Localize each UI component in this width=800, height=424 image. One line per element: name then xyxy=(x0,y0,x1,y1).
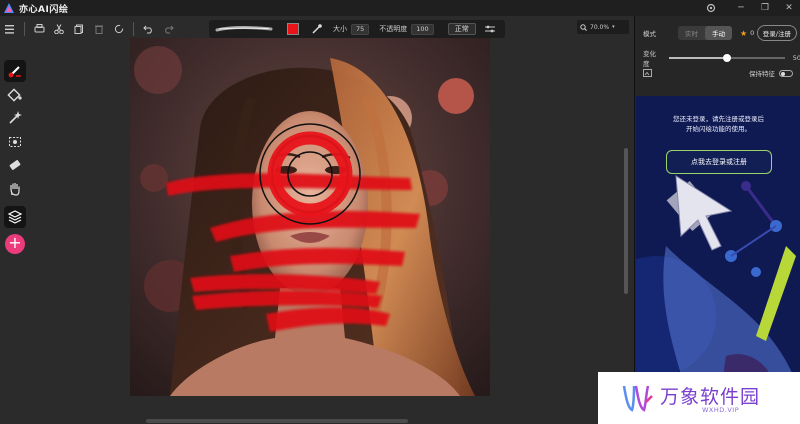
print-button[interactable] xyxy=(31,21,47,37)
canvas-vertical-scrollbar[interactable] xyxy=(624,148,628,294)
tool-brush[interactable] xyxy=(4,60,26,82)
watermark-brand: 万象软件园 xyxy=(660,386,761,408)
mode-manual-option[interactable]: 手动 xyxy=(705,26,732,40)
eyedropper-icon[interactable] xyxy=(311,23,323,35)
plus-icon: + xyxy=(8,232,22,252)
tool-fill[interactable] xyxy=(4,84,26,106)
image-upload-icon[interactable] xyxy=(643,69,652,77)
keep-features-row: 保持特征 xyxy=(635,68,800,78)
brush-color-swatch[interactable] xyxy=(287,23,299,35)
mode-row: 模式 实时 手动 ★ 0 登录/注册 xyxy=(635,25,800,41)
credits-star-icon: ★ xyxy=(740,28,748,38)
generation-panel: 模式 实时 手动 ★ 0 登录/注册 变化度 50 保持特征 您还未登录，请先注… xyxy=(634,16,800,424)
paintbrush-icon xyxy=(8,66,21,78)
zoom-control[interactable]: 70.0% ▾ xyxy=(577,20,629,34)
tool-magic-select[interactable] xyxy=(4,107,26,129)
copy-icon xyxy=(74,24,83,34)
redo-icon xyxy=(164,25,174,34)
hamburger-icon xyxy=(5,24,14,34)
layers-icon xyxy=(7,209,23,224)
brush-stroke-preview-icon[interactable] xyxy=(215,23,273,35)
promo-login-button[interactable]: 点我去登录或注册 xyxy=(666,150,772,174)
tool-image-select[interactable] xyxy=(4,131,26,153)
strength-label: 变化度 xyxy=(643,50,656,68)
tool-eraser[interactable] xyxy=(4,154,26,176)
chevron-down-icon: ▾ xyxy=(612,24,615,30)
canvas-horizontal-scrollbar[interactable] xyxy=(146,419,408,423)
strength-slider[interactable] xyxy=(668,54,785,62)
size-label: 大小 xyxy=(333,25,347,33)
title-bar: 亦心AI闪绘 ─ ❐ ✕ xyxy=(0,0,800,16)
hand-icon xyxy=(10,182,20,196)
canvas-artwork[interactable] xyxy=(130,38,490,396)
delete-button[interactable] xyxy=(91,21,107,37)
tool-strip: + xyxy=(4,60,26,254)
cut-button[interactable] xyxy=(51,21,67,37)
settings-gear-icon[interactable] xyxy=(704,1,718,15)
brush-settings-bar: 大小 75 不透明度 100 正常 xyxy=(209,20,505,38)
printer-icon xyxy=(34,24,44,33)
app-title: 亦心AI闪绘 xyxy=(19,4,69,15)
toolbar-divider xyxy=(133,22,134,36)
opacity-input[interactable]: 100 xyxy=(411,23,434,35)
redo-button[interactable] xyxy=(160,21,176,37)
watermark-logo-icon xyxy=(622,385,653,412)
image-select-icon xyxy=(9,136,21,147)
eraser-icon xyxy=(9,160,21,170)
tool-pan[interactable] xyxy=(4,178,26,200)
add-layer-button[interactable]: + xyxy=(5,232,25,254)
window-controls: ─ ❐ ✕ xyxy=(736,0,794,16)
keep-features-label: 保持特征 xyxy=(749,70,775,78)
strength-slider-thumb[interactable] xyxy=(722,54,731,62)
tool-layers[interactable] xyxy=(4,205,26,228)
refresh-button[interactable] xyxy=(111,21,127,37)
app-logo-icon xyxy=(4,3,14,13)
paint-bucket-icon xyxy=(7,87,22,102)
credits-count: 0 xyxy=(750,29,755,37)
mode-realtime-option[interactable]: 实时 xyxy=(678,26,705,40)
keep-features-switch[interactable] xyxy=(779,69,793,77)
blend-mode-select[interactable]: 正常 xyxy=(447,23,476,35)
undo-icon xyxy=(142,25,152,34)
restore-icon[interactable]: ❐ xyxy=(760,3,770,13)
toolbar-divider xyxy=(24,22,25,36)
mode-label: 模式 xyxy=(643,30,656,38)
strength-slider-fill xyxy=(668,57,727,59)
watermark: 万象软件园 WXHD.VIP xyxy=(598,372,800,424)
undo-button[interactable] xyxy=(140,21,156,37)
menu-button[interactable] xyxy=(2,21,18,37)
strength-value: 50 xyxy=(792,54,800,62)
mode-toggle[interactable]: 实时 手动 xyxy=(678,26,732,40)
refresh-icon xyxy=(114,24,124,34)
magic-wand-icon xyxy=(9,111,22,124)
login-register-button[interactable]: 登录/注册 xyxy=(756,25,797,41)
promo-message: 您还未登录，请先注册或登录后 开始闪绘功能的使用。 xyxy=(636,114,800,134)
minimize-icon[interactable]: ─ xyxy=(736,3,746,13)
promo-line-1: 您还未登录，请先注册或登录后 xyxy=(673,115,764,123)
zoom-value: 70.0% xyxy=(590,23,610,31)
zoom-icon xyxy=(580,23,587,31)
strength-row: 变化度 50 xyxy=(635,48,800,68)
close-icon[interactable]: ✕ xyxy=(784,3,794,13)
app-window: 亦心AI闪绘 ─ ❐ ✕ 大小 75 不透明度 100 正常 70.0% ▾ +… xyxy=(0,0,800,424)
size-input[interactable]: 75 xyxy=(351,23,370,35)
copy-button[interactable] xyxy=(71,21,87,37)
opacity-label: 不透明度 xyxy=(379,25,408,33)
trash-icon xyxy=(95,25,103,34)
promo-line-2: 开始闪绘功能的使用。 xyxy=(686,125,751,133)
adjust-sliders-icon[interactable] xyxy=(484,24,496,34)
scissors-icon xyxy=(54,24,64,34)
watermark-domain: WXHD.VIP xyxy=(702,406,740,414)
